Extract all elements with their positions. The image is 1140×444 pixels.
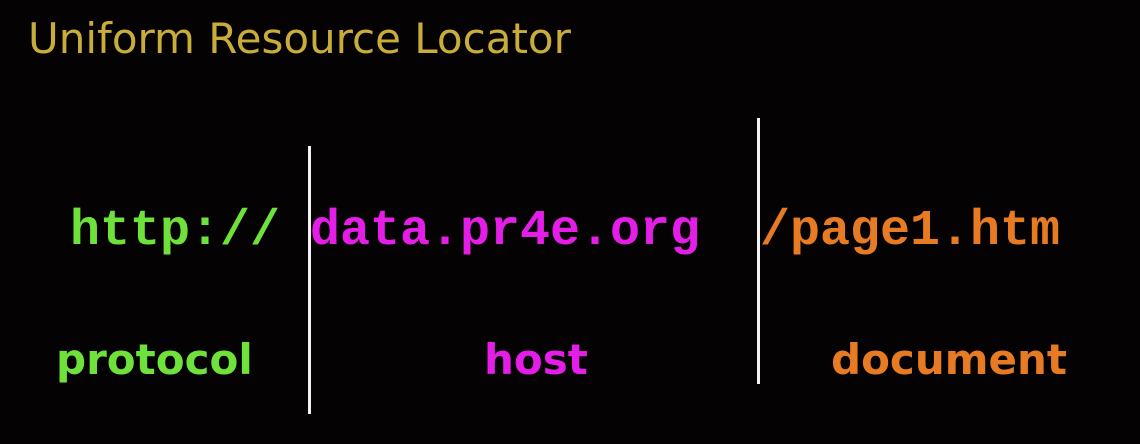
url-diagram-slide: Uniform Resource Locator http:// data.pr… bbox=[0, 0, 1140, 444]
host-document-divider bbox=[757, 118, 760, 384]
protocol-label: protocol bbox=[56, 335, 253, 384]
slide-title: Uniform Resource Locator bbox=[28, 14, 571, 63]
host-label: host bbox=[484, 335, 588, 384]
document-label: document bbox=[831, 335, 1067, 384]
url-document-segment: /page1.htm bbox=[760, 203, 1061, 260]
url-protocol-segment: http:// bbox=[70, 203, 281, 260]
protocol-host-divider bbox=[308, 146, 311, 414]
url-host-segment: data.pr4e.org bbox=[310, 203, 701, 260]
